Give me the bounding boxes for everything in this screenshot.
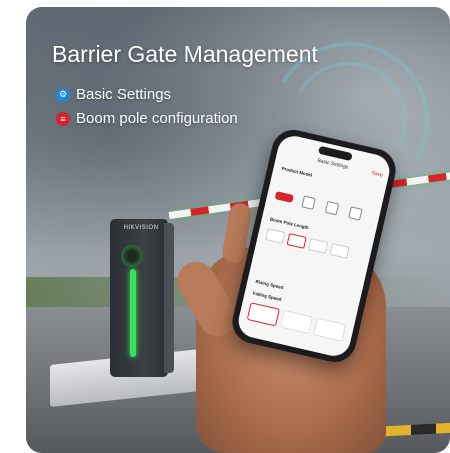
gear-icon: ⚙	[56, 87, 70, 102]
app-pole-icon[interactable]	[348, 206, 363, 221]
app-falling-speed-label: Falling Speed	[252, 290, 282, 302]
page-title: Barrier Gate Management	[52, 41, 318, 67]
app-length-option[interactable]	[329, 243, 350, 259]
app-pole-icon[interactable]	[301, 195, 316, 210]
gate-status-light	[130, 269, 136, 357]
feature-label: Boom pole configuration	[76, 110, 238, 127]
app-length-option[interactable]	[265, 228, 286, 244]
app-selected-option[interactable]	[274, 191, 294, 203]
app-product-model-label: Product Model	[281, 165, 313, 178]
app-speed-option[interactable]	[246, 302, 280, 327]
app-speed-option[interactable]	[279, 309, 314, 335]
device-logo: HIKVISION	[123, 225, 159, 231]
app-speed-option[interactable]	[312, 317, 347, 342]
feature-label: Basic Settings	[76, 86, 172, 103]
app-pole-length-label: Boom Pole Length	[269, 216, 310, 231]
app-length-option[interactable]	[308, 238, 329, 254]
gate-sensor-icon	[121, 245, 143, 267]
barrier-icon: ≡	[56, 111, 70, 126]
app-pole-icon[interactable]	[324, 200, 340, 216]
barrier-gate-cabinet	[110, 219, 168, 377]
app-save-button[interactable]: Save	[371, 170, 383, 178]
feature-basic-settings: ⚙ Basic Settings	[56, 86, 171, 103]
app-rising-speed-label: Rising Speed	[255, 278, 284, 291]
barrier-gate-side	[164, 223, 174, 373]
hero-image: HIKVISION Basic Settings Save Product Mo…	[26, 7, 450, 453]
feature-boom-pole: ≡ Boom pole configuration	[56, 110, 238, 127]
app-length-option[interactable]	[286, 233, 307, 249]
